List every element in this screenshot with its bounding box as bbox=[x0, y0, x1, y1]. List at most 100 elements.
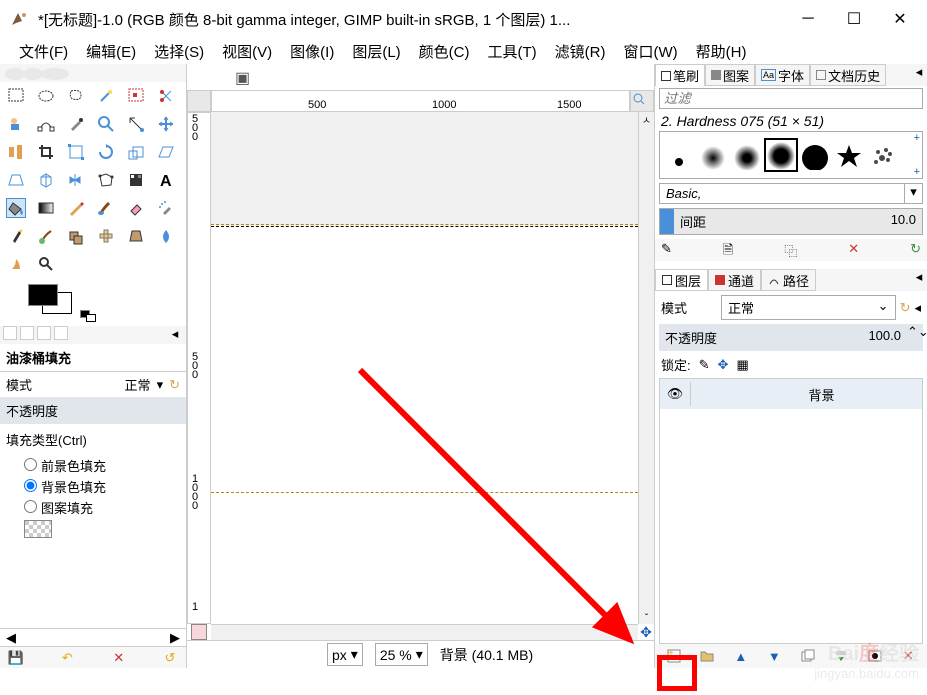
mode-menu-icon[interactable]: ◂ bbox=[914, 300, 921, 316]
device-status-tab-icon[interactable] bbox=[20, 326, 34, 340]
menu-filters[interactable]: 滤镜(R) bbox=[546, 39, 615, 64]
delete-options-icon[interactable]: ✕ bbox=[109, 649, 129, 667]
vertical-scrollbar[interactable]: ㅅ ˇ bbox=[638, 112, 654, 624]
fill-pattern-radio[interactable]: 图案填充 bbox=[24, 497, 180, 518]
unit-combo[interactable]: px▾ bbox=[327, 643, 363, 666]
mode-value[interactable]: 正常 bbox=[125, 375, 151, 394]
tool-3d-transform[interactable] bbox=[36, 170, 56, 190]
fg-color-swatch[interactable] bbox=[28, 284, 58, 306]
brush-spacing-slider[interactable]: 间距 10.0 bbox=[659, 208, 923, 235]
layers-menu-icon[interactable]: ◂ bbox=[911, 269, 927, 291]
tool-clone[interactable] bbox=[66, 226, 86, 246]
tool-foreground-select[interactable] bbox=[6, 114, 26, 134]
canvas-area[interactable] bbox=[211, 112, 638, 624]
tool-paintbrush[interactable] bbox=[96, 198, 116, 218]
tool-heal[interactable] bbox=[96, 226, 116, 246]
tool-text[interactable]: A bbox=[156, 170, 176, 190]
vertical-ruler[interactable]: 500 500 1000 1 bbox=[187, 112, 211, 624]
tool-flip[interactable] bbox=[66, 170, 86, 190]
menu-tools[interactable]: 工具(T) bbox=[479, 39, 546, 64]
brush-item-selected[interactable] bbox=[764, 138, 798, 172]
tool-eraser[interactable] bbox=[126, 198, 146, 218]
brushes-tab[interactable]: 笔刷 bbox=[655, 64, 705, 86]
brush-grid[interactable]: + + bbox=[659, 131, 923, 179]
history-tab[interactable]: 文档历史 bbox=[810, 64, 886, 86]
close-button[interactable]: ✕ bbox=[877, 4, 923, 34]
tool-bucket-fill[interactable] bbox=[6, 198, 26, 218]
tool-perspective[interactable] bbox=[6, 170, 26, 190]
tool-align[interactable] bbox=[6, 142, 26, 162]
menu-windows[interactable]: 窗口(W) bbox=[614, 39, 686, 64]
tool-shear[interactable] bbox=[156, 142, 176, 162]
tool-lasso[interactable] bbox=[66, 86, 86, 106]
minimize-button[interactable]: ─ bbox=[785, 4, 831, 34]
tool-measure[interactable] bbox=[126, 114, 146, 134]
history-tab-icon[interactable] bbox=[37, 326, 51, 340]
menu-color[interactable]: 颜色(C) bbox=[410, 39, 479, 64]
brush-item[interactable] bbox=[832, 138, 866, 172]
pattern-preview[interactable] bbox=[24, 520, 52, 538]
tool-intelligent-scissors[interactable] bbox=[156, 86, 176, 106]
paths-tab[interactable]: 路径 bbox=[761, 269, 816, 291]
dock-menu-icon[interactable]: ◂ bbox=[167, 326, 183, 344]
navigate-icon[interactable]: ✥ bbox=[638, 624, 654, 640]
mode-swap-icon[interactable]: ↻ bbox=[169, 377, 180, 393]
tool-unified-transform[interactable] bbox=[66, 142, 86, 162]
panel-menu-icon[interactable]: ◂ bbox=[911, 64, 927, 86]
menu-image[interactable]: 图像(I) bbox=[281, 39, 343, 64]
tool-crop[interactable] bbox=[36, 142, 56, 162]
horizontal-ruler[interactable]: 500 1000 1500 bbox=[211, 90, 630, 112]
tool-pencil[interactable] bbox=[66, 198, 86, 218]
tool-dodge[interactable] bbox=[36, 254, 56, 274]
tool-move[interactable] bbox=[156, 114, 176, 134]
save-options-icon[interactable]: 💾 bbox=[6, 649, 26, 667]
layer-list[interactable]: 👁 背景 bbox=[659, 378, 923, 644]
brush-filter-input[interactable] bbox=[659, 88, 923, 109]
reset-options-icon[interactable]: ↺ bbox=[160, 649, 180, 667]
tool-perspective-clone[interactable] bbox=[126, 226, 146, 246]
layer-mode-combo[interactable]: 正常⌄ bbox=[721, 295, 896, 320]
new-brush-icon[interactable]: 🗎 bbox=[723, 241, 733, 259]
menu-select[interactable]: 选择(S) bbox=[145, 39, 213, 64]
patterns-tab[interactable]: 图案 bbox=[705, 64, 755, 86]
scroll-right-icon[interactable]: ▶ bbox=[170, 630, 180, 646]
layer-down-icon[interactable]: ▼ bbox=[761, 646, 787, 666]
layer-opacity-slider[interactable]: 不透明度 100.0 ⌃⌄ bbox=[659, 324, 923, 351]
images-tab-icon[interactable] bbox=[54, 326, 68, 340]
channels-tab[interactable]: 通道 bbox=[708, 269, 761, 291]
swap-colors-icon[interactable] bbox=[80, 310, 98, 324]
color-swatches[interactable] bbox=[28, 284, 158, 320]
fill-fg-radio[interactable]: 前景色填充 bbox=[24, 455, 180, 476]
tool-ink[interactable] bbox=[6, 226, 26, 246]
quick-mask-icon[interactable] bbox=[191, 624, 207, 640]
tool-options-tab-icon[interactable] bbox=[3, 326, 17, 340]
nav-corner[interactable] bbox=[630, 90, 654, 112]
menu-view[interactable]: 视图(V) bbox=[213, 39, 281, 64]
tool-rotate[interactable] bbox=[96, 142, 116, 162]
tool-cage[interactable] bbox=[96, 170, 116, 190]
tool-ellipse-select[interactable] bbox=[36, 86, 56, 106]
tool-scale[interactable] bbox=[126, 142, 146, 162]
fill-bg-radio[interactable]: 背景色填充 bbox=[24, 476, 180, 497]
maximize-button[interactable]: ☐ bbox=[831, 4, 877, 34]
lock-pixels-icon[interactable]: ✎ bbox=[699, 357, 710, 373]
fonts-tab[interactable]: Aa字体 bbox=[755, 64, 810, 86]
mode-dropdown-icon[interactable]: ▾ bbox=[157, 377, 164, 393]
layers-tab[interactable]: 图层 bbox=[655, 269, 708, 291]
tool-airbrush[interactable] bbox=[156, 198, 176, 218]
tool-warp[interactable] bbox=[126, 170, 146, 190]
tool-gradient[interactable] bbox=[36, 198, 56, 218]
tool-paths[interactable] bbox=[36, 114, 56, 134]
menu-layer[interactable]: 图层(L) bbox=[343, 39, 409, 64]
zoom-combo[interactable]: 25 %▾ bbox=[375, 643, 428, 666]
layer-visibility-icon[interactable]: 👁 bbox=[660, 386, 690, 402]
horizontal-scrollbar[interactable] bbox=[211, 624, 638, 640]
opacity-label[interactable]: 不透明度 bbox=[0, 397, 186, 424]
delete-brush-icon[interactable]: ✕ bbox=[848, 241, 859, 259]
menu-help[interactable]: 帮助(H) bbox=[687, 39, 756, 64]
tool-mypaint-brush[interactable] bbox=[36, 226, 56, 246]
ruler-corner[interactable] bbox=[187, 90, 211, 112]
duplicate-brush-icon[interactable]: ⿻ bbox=[784, 241, 797, 259]
mode-swap-icon[interactable]: ↻ bbox=[896, 300, 915, 316]
layer-item[interactable]: 👁 背景 bbox=[660, 379, 922, 409]
